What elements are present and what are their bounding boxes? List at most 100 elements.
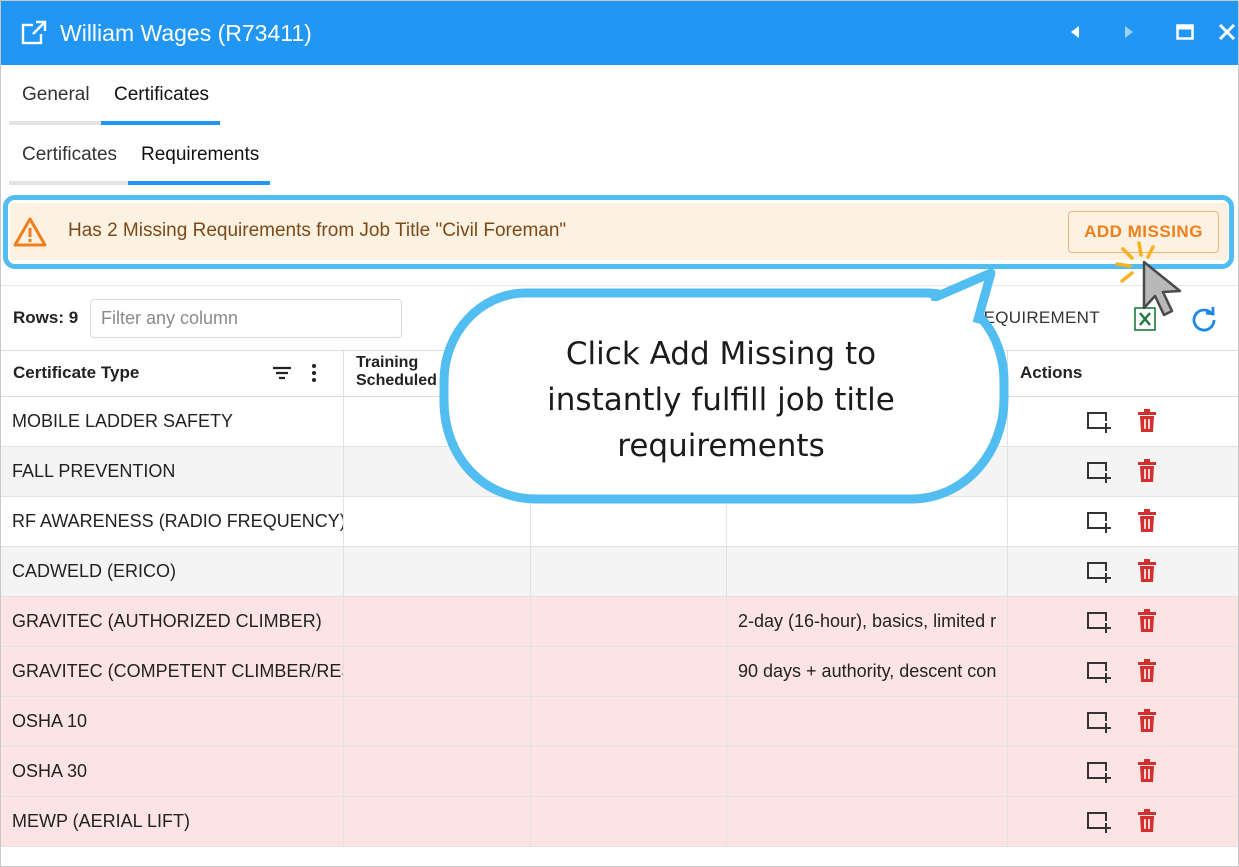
requirement-notes xyxy=(727,811,738,831)
filter-icon[interactable] xyxy=(271,362,293,384)
tab-underline xyxy=(9,181,128,185)
table-cell xyxy=(1008,747,1238,796)
tab-certificates[interactable]: Certificates xyxy=(101,65,220,125)
table-cell xyxy=(1008,547,1238,596)
table-row[interactable]: OSHA 30 xyxy=(1,747,1238,797)
add-certificate-icon[interactable] xyxy=(1086,560,1111,584)
table-cell xyxy=(344,647,531,696)
delete-icon[interactable] xyxy=(1137,509,1157,533)
table-cell xyxy=(344,797,531,846)
callout-line: Click Add Missing to xyxy=(565,336,877,372)
open-external-icon[interactable] xyxy=(21,20,47,46)
callout-text: Click Add Missing to instantly fulfill j… xyxy=(461,331,981,469)
certificate-type: CADWELD (ERICO) xyxy=(12,561,177,581)
add-certificate-icon[interactable] xyxy=(1086,810,1111,834)
filter-input[interactable] xyxy=(90,299,402,338)
certificate-type: RF AWARENESS (RADIO FREQUENCY) xyxy=(12,511,344,531)
tab-general[interactable]: General xyxy=(9,65,101,125)
table-cell xyxy=(727,747,1008,796)
table-cell: OSHA 30 xyxy=(1,747,344,796)
table-cell xyxy=(1008,447,1238,496)
delete-icon[interactable] xyxy=(1137,709,1157,733)
column-label: Certificate Type xyxy=(13,363,140,382)
add-certificate-icon[interactable] xyxy=(1086,710,1111,734)
table-cell xyxy=(727,797,1008,846)
certificate-type: OSHA 30 xyxy=(12,761,88,781)
mouse-cursor-icon xyxy=(1115,241,1182,317)
table-cell xyxy=(531,547,727,596)
next-icon[interactable] xyxy=(1114,17,1144,47)
column-header-certificate-type[interactable]: Certificate Type xyxy=(1,351,344,397)
add-certificate-icon[interactable] xyxy=(1086,760,1111,784)
table-cell xyxy=(1008,397,1238,446)
table-cell: GRAVITEC (COMPETENT CLIMBER/RESCUE) xyxy=(1,647,344,696)
table-cell xyxy=(531,797,727,846)
certificate-type: FALL PREVENTION xyxy=(12,461,176,481)
table-cell xyxy=(727,697,1008,746)
add-certificate-icon[interactable] xyxy=(1086,510,1111,534)
add-certificate-icon[interactable] xyxy=(1086,610,1111,634)
primary-tabs: General Certificates xyxy=(9,65,220,125)
employee-window: William Wages (R73411) General Certifica… xyxy=(0,0,1239,867)
tab-underline xyxy=(128,181,270,185)
delete-icon[interactable] xyxy=(1137,459,1157,483)
requirement-notes xyxy=(727,761,738,781)
table-cell: 2-day (16-hour), basics, limited r xyxy=(727,597,1008,646)
table-cell xyxy=(531,747,727,796)
column-header-actions: Actions xyxy=(1008,351,1238,397)
requirement-notes: 2-day (16-hour), basics, limited r xyxy=(738,611,997,631)
table-cell xyxy=(727,547,1008,596)
table-cell xyxy=(531,697,727,746)
window-title: William Wages (R73411) xyxy=(60,20,312,46)
table-cell: GRAVITEC (AUTHORIZED CLIMBER) xyxy=(1,597,344,646)
refresh-icon[interactable] xyxy=(1191,306,1217,332)
table-cell xyxy=(344,597,531,646)
table-cell: CADWELD (ERICO) xyxy=(1,547,344,596)
add-certificate-icon[interactable] xyxy=(1086,660,1111,684)
table-cell xyxy=(531,647,727,696)
callout-line: requirements xyxy=(617,428,825,464)
table-cell: RF AWARENESS (RADIO FREQUENCY) xyxy=(1,497,344,546)
maximize-icon[interactable] xyxy=(1170,17,1200,47)
secondary-tabs: Certificates Requirements xyxy=(9,125,270,185)
certificate-type: MOBILE LADDER SAFETY xyxy=(12,411,234,431)
table-cell xyxy=(344,747,531,796)
tab-label: Requirements xyxy=(141,144,260,165)
delete-icon[interactable] xyxy=(1137,409,1157,433)
delete-icon[interactable] xyxy=(1137,609,1157,633)
close-icon[interactable] xyxy=(1212,17,1238,47)
requirement-notes xyxy=(727,561,738,581)
requirement-notes: 90 days + authority, descent con xyxy=(738,661,997,681)
table-cell xyxy=(1008,797,1238,846)
delete-icon[interactable] xyxy=(1137,809,1157,833)
requirement-notes xyxy=(727,711,738,731)
subtab-certificates[interactable]: Certificates xyxy=(9,125,128,185)
table-cell xyxy=(1008,597,1238,646)
column-menu-icon[interactable] xyxy=(311,362,317,384)
table-cell: MOBILE LADDER SAFETY xyxy=(1,397,344,446)
row-count: Rows: 9 xyxy=(13,308,79,327)
table-cell xyxy=(1008,497,1238,546)
table-row[interactable]: CADWELD (ERICO) xyxy=(1,547,1238,597)
table-cell xyxy=(344,547,531,596)
add-certificate-icon[interactable] xyxy=(1086,410,1111,434)
delete-icon[interactable] xyxy=(1137,659,1157,683)
table-row[interactable]: MEWP (AERIAL LIFT) xyxy=(1,797,1238,847)
table-cell: FALL PREVENTION xyxy=(1,447,344,496)
prev-icon[interactable] xyxy=(1060,17,1090,47)
table-cell: MEWP (AERIAL LIFT) xyxy=(1,797,344,846)
table-cell xyxy=(1008,697,1238,746)
table-row[interactable]: OSHA 10 xyxy=(1,697,1238,747)
table-row[interactable]: GRAVITEC (AUTHORIZED CLIMBER) 2-day (16-h… xyxy=(1,597,1238,647)
table-cell: 90 days + authority, descent con xyxy=(727,647,1008,696)
table-row[interactable]: GRAVITEC (COMPETENT CLIMBER/RESCUE) 90 da… xyxy=(1,647,1238,697)
certificate-type: OSHA 10 xyxy=(12,711,88,731)
delete-icon[interactable] xyxy=(1137,559,1157,583)
add-certificate-icon[interactable] xyxy=(1086,460,1111,484)
tab-label: Certificates xyxy=(22,144,118,165)
table-cell xyxy=(344,697,531,746)
certificate-type: GRAVITEC (COMPETENT CLIMBER/RESCUE) xyxy=(12,661,343,681)
subtab-requirements[interactable]: Requirements xyxy=(128,125,270,185)
tab-label: General xyxy=(22,84,90,105)
delete-icon[interactable] xyxy=(1137,759,1157,783)
